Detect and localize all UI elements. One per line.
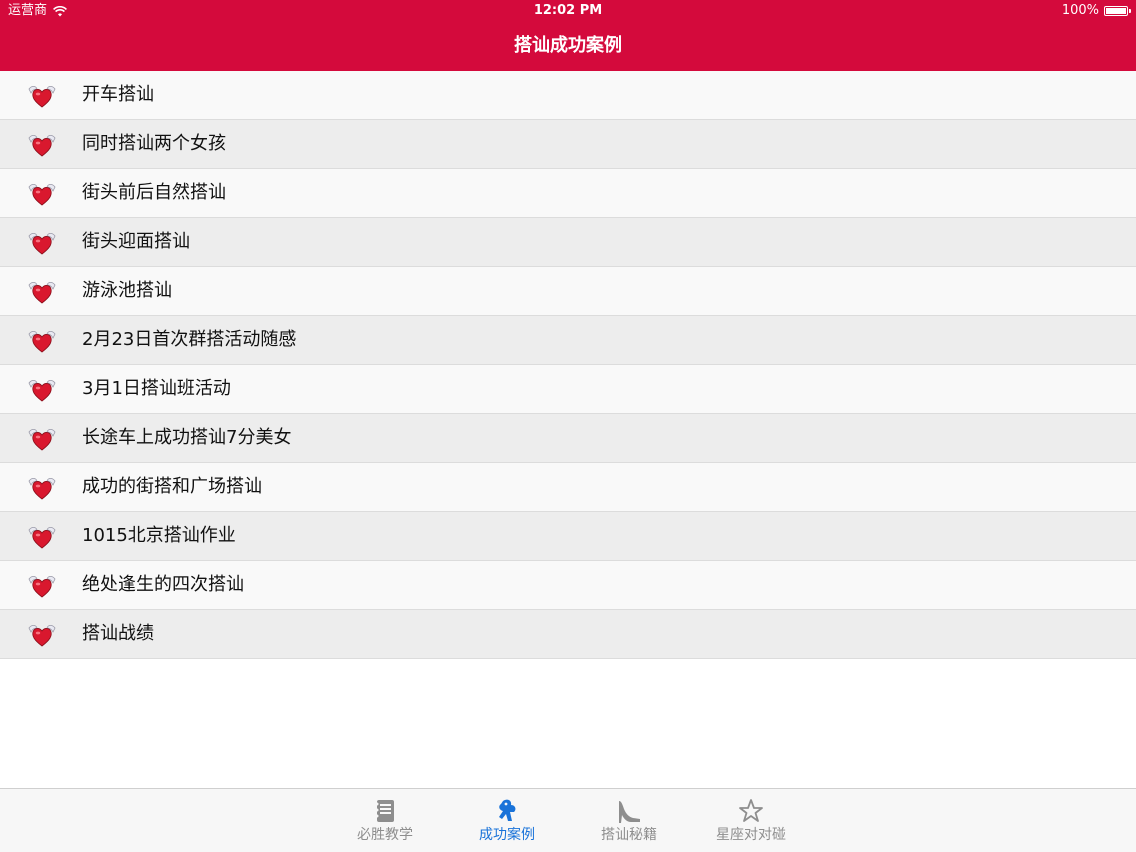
- tab-label: 必胜教学: [357, 827, 413, 843]
- list-item[interactable]: 搭讪战绩: [0, 610, 1136, 659]
- list-item[interactable]: 成功的街搭和广场搭讪: [0, 463, 1136, 512]
- list-item-label: 游泳池搭讪: [82, 280, 172, 301]
- list-item-label: 长途车上成功搭讪7分美女: [82, 427, 292, 448]
- list-item[interactable]: 3月1日搭讪班活动: [0, 365, 1136, 414]
- tab-label: 成功案例: [479, 827, 535, 843]
- status-time: 12:02 PM: [533, 3, 603, 18]
- tab-label: 星座对对碰: [716, 827, 786, 843]
- status-right: 100%: [1061, 0, 1131, 22]
- list-item[interactable]: 长途车上成功搭讪7分美女: [0, 414, 1136, 463]
- list-item-label: 搭讪战绩: [82, 623, 154, 644]
- winged-heart-icon: [26, 279, 58, 305]
- winged-heart-icon: [26, 83, 58, 109]
- tab-teaching[interactable]: 必胜教学: [330, 797, 440, 849]
- list-item-label: 开车搭讪: [82, 84, 154, 105]
- tab-label: 搭讪秘籍: [601, 827, 657, 843]
- list-item-label: 绝处逢生的四次搭讪: [82, 574, 244, 595]
- high-heel-icon: [619, 801, 640, 823]
- battery-percent: 100%: [1061, 3, 1099, 18]
- winged-heart-icon: [26, 132, 58, 158]
- tab-bar: 必胜教学 成功案例 搭讪秘籍 星座对对碰: [0, 788, 1136, 852]
- list-item-label: 街头前后自然搭讪: [82, 182, 226, 203]
- list-item-label: 3月1日搭讪班活动: [82, 378, 231, 399]
- tab-secrets[interactable]: 搭讪秘籍: [574, 797, 684, 849]
- status-bar: 运营商 12:02 PM 100%: [0, 0, 1136, 22]
- list-item[interactable]: 街头前后自然搭讪: [0, 169, 1136, 218]
- list-item[interactable]: 2月23日首次群搭活动随感: [0, 316, 1136, 365]
- notebook-icon: [375, 800, 394, 822]
- list-item-label: 1015北京搭讪作业: [82, 525, 236, 546]
- winged-heart-icon: [26, 475, 58, 501]
- winged-heart-icon: [26, 230, 58, 256]
- app-screen: 运营商 12:02 PM 100% 搭讪成功案例 开车搭讪同时搭讪两个女孩 街头前…: [0, 0, 1136, 852]
- winged-heart-icon: [26, 426, 58, 452]
- list-item[interactable]: 同时搭讪两个女孩: [0, 120, 1136, 169]
- list-item-label: 2月23日首次群搭活动随感: [82, 329, 297, 350]
- list-item-label: 同时搭讪两个女孩: [82, 133, 226, 154]
- page-title: 搭讪成功案例: [514, 35, 622, 56]
- list-item[interactable]: 街头迎面搭讪: [0, 218, 1136, 267]
- cupid-icon: [499, 799, 516, 821]
- winged-heart-icon: [26, 181, 58, 207]
- list-item-label: 街头迎面搭讪: [82, 231, 190, 252]
- case-list: 开车搭讪同时搭讪两个女孩 街头前后自然搭讪 街头迎面搭讪 游泳池搭讪 2月23日首次群搭…: [0, 71, 1136, 659]
- list-item[interactable]: 开车搭讪: [0, 71, 1136, 120]
- winged-heart-icon: [26, 622, 58, 648]
- winged-heart-icon: [26, 328, 58, 354]
- winged-heart-icon: [26, 377, 58, 403]
- star-icon: [739, 799, 763, 822]
- winged-heart-icon: [26, 524, 58, 550]
- list-item[interactable]: 1015北京搭讪作业: [0, 512, 1136, 561]
- tab-zodiac[interactable]: 星座对对碰: [696, 797, 806, 849]
- tab-cases[interactable]: 成功案例: [452, 797, 562, 849]
- list-item-label: 成功的街搭和广场搭讪: [82, 476, 262, 497]
- list-item[interactable]: 绝处逢生的四次搭讪: [0, 561, 1136, 610]
- winged-heart-icon: [26, 573, 58, 599]
- header: 运营商 12:02 PM 100% 搭讪成功案例: [0, 0, 1136, 71]
- battery-icon: [1104, 6, 1131, 16]
- list-item[interactable]: 游泳池搭讪: [0, 267, 1136, 316]
